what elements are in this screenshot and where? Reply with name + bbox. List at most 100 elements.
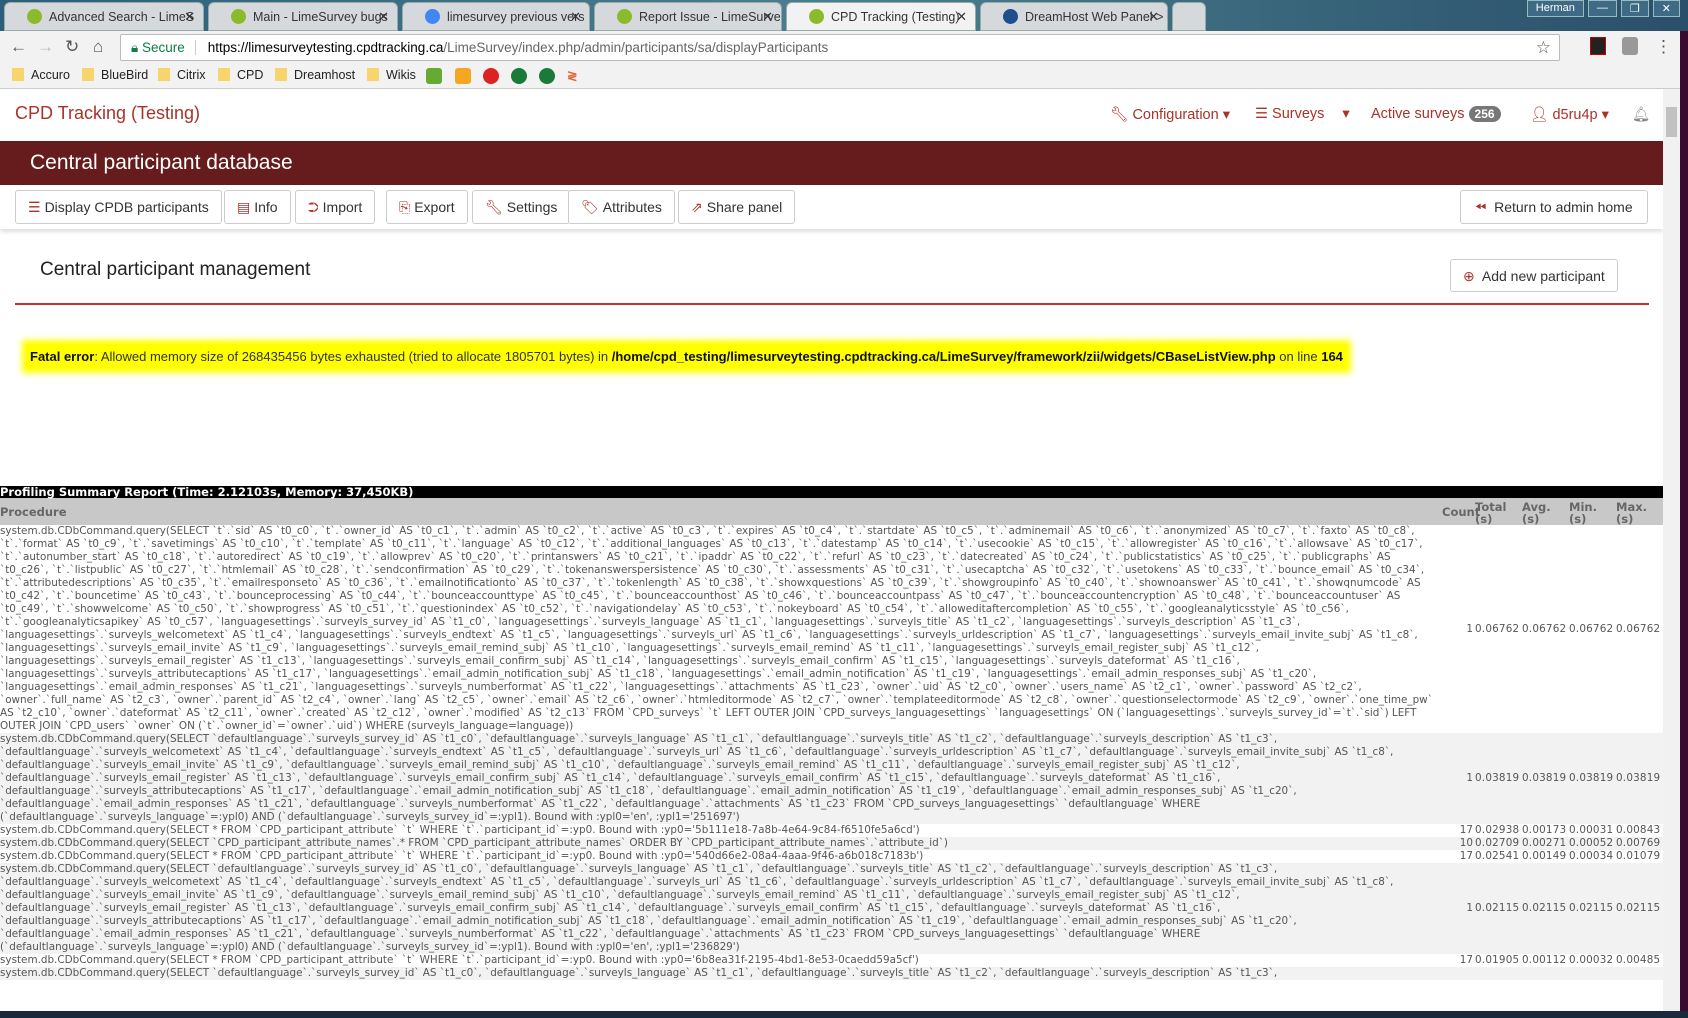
min-cell: 0.00032 (1569, 954, 1616, 967)
configuration-menu[interactable]: 🔧︎ Configuration ▾ (1110, 106, 1230, 123)
fatal-error-message: Fatal error: Allowed memory size of 2684… (26, 344, 1347, 369)
bookmark-icon[interactable] (539, 68, 555, 84)
error-file-path: /home/cpd_testing/limesurveytesting.cpdt… (611, 349, 1276, 364)
caret-down-icon[interactable]: ▾ (1342, 106, 1349, 122)
display-cpdb-participants-button[interactable]: ☰ Display CPDB participants (15, 190, 222, 224)
min-cell: 0.02115 (1569, 863, 1616, 954)
restore-button[interactable]: ❐ (1620, 0, 1649, 17)
settings-button[interactable]: 🔧︎ Settings (472, 190, 571, 224)
user-menu[interactable]: 👤︎ d5ru4p ▾ (1530, 106, 1609, 123)
bookmark-label: Accuro (31, 68, 70, 82)
close-tab-icon[interactable]: ✕ (378, 9, 389, 25)
new-tab-button[interactable] (1172, 2, 1206, 31)
table-row: system.db.CDbCommand.query(SELECT `t`.`s… (0, 525, 1663, 733)
user-profile-button[interactable]: Herman (1526, 0, 1584, 17)
desktop-edge (1680, 31, 1688, 1011)
return-to-admin-home-button[interactable]: ⏪︎ Return to admin home (1460, 190, 1648, 224)
browser-tab[interactable]: DreamHost Web Panel > ✕ (980, 2, 1168, 31)
surveys-menu[interactable]: ☰ Surveys ▾ (1255, 106, 1350, 122)
wrench-icon: 🔧︎ (1110, 107, 1133, 123)
table-row: system.db.CDbCommand.query(SELECT `CPD_p… (0, 837, 1663, 850)
bell-icon[interactable]: 🔔︎ (1632, 106, 1650, 123)
bookmark-folder[interactable]: Citrix (158, 68, 205, 82)
plus-circle-icon: ⊕ (1463, 268, 1475, 284)
bookmark-star-icon[interactable]: ☆ (1536, 38, 1551, 58)
close-tab-icon[interactable]: ✕ (570, 9, 581, 25)
acrobat-extension-icon[interactable] (1590, 37, 1606, 55)
folder-icon (82, 68, 94, 81)
bookmark-folder[interactable]: BlueBird (82, 68, 148, 82)
bookmark-icon[interactable] (455, 68, 471, 84)
page-scrollbar[interactable] (1663, 89, 1680, 1011)
button-label: Settings (506, 199, 558, 215)
add-new-participant-button[interactable]: ⊕ Add new participant (1450, 259, 1618, 292)
total-cell: 0.02938 (1475, 824, 1522, 837)
bookmark-icon[interactable] (483, 68, 499, 84)
back-icon[interactable]: ← (10, 37, 27, 57)
share-panel-button[interactable]: ⇗ Share panel (678, 190, 796, 224)
count-cell: 1 (1442, 525, 1475, 733)
close-window-button[interactable]: ✕ (1652, 0, 1680, 17)
column-header-max: Max. (s) (1616, 498, 1663, 525)
bookmark-icon[interactable] (511, 68, 527, 84)
bookmark-folder[interactable]: Accuro (12, 68, 70, 82)
reload-icon[interactable]: ↻ (65, 37, 79, 57)
home-icon[interactable]: ⌂ (93, 37, 103, 57)
close-tab-icon[interactable]: ✕ (1148, 9, 1159, 25)
bookmark-folder[interactable]: Dreamhost (275, 68, 355, 82)
procedure-cell: system.db.CDbCommand.query(SELECT * FROM… (0, 824, 1442, 837)
max-cell: 0.03819 (1616, 733, 1663, 824)
bookmark-icon[interactable]: ≷ (567, 68, 583, 84)
app-header: CPD Tracking (Testing) 🔧︎ Configuration … (0, 89, 1663, 141)
tag-icon: 🏷︎ (581, 199, 599, 215)
avg-cell: 0.06762 (1522, 525, 1569, 733)
table-header-row: Procedure Count Total (s) Avg. (s) Min. … (0, 498, 1663, 525)
window-controls: Herman — ❐ ✕ (1526, 0, 1680, 17)
close-tab-icon[interactable]: ✕ (184, 9, 195, 25)
close-tab-icon[interactable]: ✕ (762, 9, 773, 25)
url-path: /LimeSurvey/index.php/admin/participants… (443, 40, 829, 55)
active-surveys-link[interactable]: Active surveys 256 (1371, 106, 1501, 122)
button-label: Add new participant (1481, 268, 1605, 284)
max-cell: 0.00769 (1616, 837, 1663, 850)
browser-tab[interactable]: Main - LimeSurvey bugs ✕ (208, 2, 398, 31)
avg-cell: 0.02115 (1522, 863, 1569, 954)
fast-backward-icon: ⏪︎ (1475, 199, 1487, 215)
surveys-label: Surveys (1272, 106, 1325, 122)
tab-title: CPD Tracking (Testing) (831, 10, 960, 24)
browser-tab[interactable]: Advanced Search - LimeS ✕ (4, 2, 204, 31)
address-bar[interactable]: 🔒︎ Secure https://limesurveytesting.cpdtr… (120, 34, 1560, 61)
bookmark-folder[interactable]: CPD (218, 68, 263, 82)
browser-tab-active[interactable]: CPD Tracking (Testing) ✕ (786, 2, 976, 31)
brand-link[interactable]: CPD Tracking (Testing) (15, 103, 200, 124)
browser-tab[interactable]: Report Issue - LimeSurve ✕ (594, 2, 782, 31)
secure-label: Secure (141, 40, 196, 55)
import-button[interactable]: ⮊ Import (295, 190, 376, 224)
procedure-cell: system.db.CDbCommand.query(SELECT `t`.`s… (0, 525, 1442, 733)
count-cell (1442, 967, 1475, 980)
bookmark-folder[interactable]: Wikis (367, 68, 416, 82)
lock-icon: 🔒︎ (131, 40, 142, 55)
windows-taskbar (0, 1011, 1688, 1018)
export-button[interactable]: ⎘ Export (386, 190, 468, 224)
bookmark-label: CPD (237, 68, 264, 82)
scrollbar-thumb[interactable] (1666, 107, 1677, 137)
attributes-button[interactable]: 🏷︎ Attributes (568, 190, 675, 224)
info-button[interactable]: ▤ Info (224, 190, 291, 224)
browser-tab[interactable]: limesurvey previous vers ✕ (402, 2, 590, 31)
profiling-title: Profiling Summary Report (Time: 2.12103s… (0, 486, 1663, 498)
total-cell: 0.03819 (1475, 733, 1522, 824)
limesurvey-favicon-icon (27, 9, 42, 24)
minimize-button[interactable]: — (1587, 0, 1617, 17)
close-tab-icon[interactable]: ✕ (956, 9, 967, 25)
tab-title: Report Issue - LimeSurve (639, 10, 781, 24)
extension-icon[interactable] (1622, 37, 1638, 55)
user-icon: 👤︎ (1530, 107, 1553, 123)
menu-kebab-icon[interactable]: ⋮ (1655, 37, 1672, 57)
forward-icon[interactable]: → (37, 37, 54, 57)
button-label: Return to admin home (1494, 199, 1633, 215)
procedure-cell: system.db.CDbCommand.query(SELECT `CPD_p… (0, 837, 1442, 850)
w3c-bookmark-icon[interactable] (426, 68, 442, 84)
tab-title: Main - LimeSurvey bugs (253, 10, 388, 24)
configuration-label: Configuration (1132, 107, 1219, 123)
